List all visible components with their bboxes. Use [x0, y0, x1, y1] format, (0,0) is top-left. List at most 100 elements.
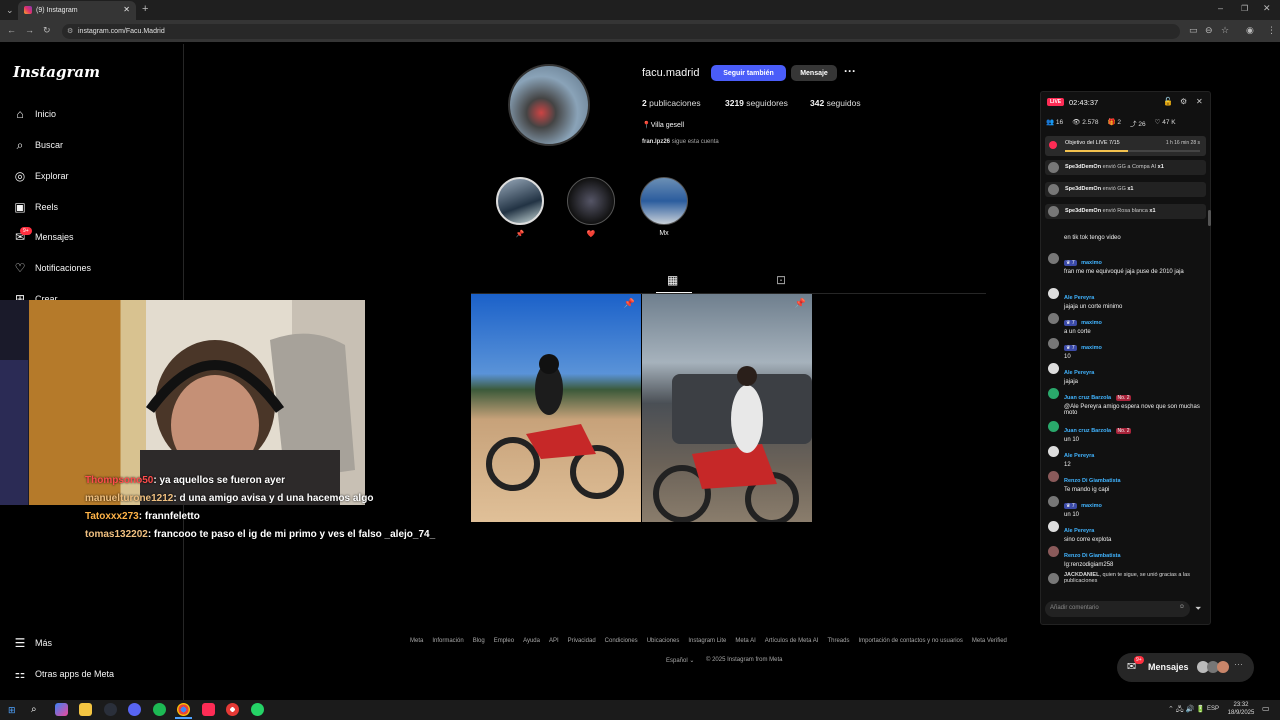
close-window-icon[interactable]: ✕: [1263, 3, 1271, 14]
following-stat[interactable]: 342 seguidos: [810, 98, 861, 108]
footer-link[interactable]: Importación de contactos y no usuarios: [858, 638, 962, 644]
close-tab-icon[interactable]: ✕: [123, 5, 130, 14]
taskbar-clock[interactable]: 23:32 18/9/2025: [1224, 701, 1258, 717]
sidebar-item-meta-apps[interactable]: ⚏ Otras apps de Meta: [13, 667, 114, 681]
emoji-icon[interactable]: ☺: [1179, 604, 1185, 610]
chat-user[interactable]: Ale Pereyra: [1064, 528, 1094, 534]
sidebar-item-buscar[interactable]: ⌕ Buscar: [13, 138, 63, 152]
filter-icon[interactable]: ⏷: [1195, 604, 1201, 614]
instagram-logo[interactable]: Instagram: [13, 63, 100, 81]
profile-icon[interactable]: ◉: [1246, 25, 1254, 36]
maximize-icon[interactable]: ❐: [1241, 4, 1248, 13]
settings-icon[interactable]: ⚙: [1180, 97, 1187, 106]
footer-link[interactable]: Meta: [410, 638, 423, 644]
chat-user[interactable]: Juan cruz Barzola: [1064, 428, 1111, 434]
comment-input[interactable]: Añadir comentario ☺: [1045, 601, 1190, 617]
footer-link[interactable]: Ubicaciones: [647, 638, 680, 644]
sidebar-item-explorar[interactable]: ◎ Explorar: [13, 169, 69, 183]
footer-link[interactable]: API: [549, 638, 559, 644]
sidebar-item-label: Buscar: [35, 140, 64, 150]
whatsapp-icon[interactable]: [251, 703, 264, 716]
message-button[interactable]: Mensaje: [791, 65, 837, 81]
chat-scrollbar[interactable]: [1208, 210, 1211, 226]
chat-user[interactable]: Ale Pereyra: [1064, 295, 1094, 301]
tagged-tab-icon[interactable]: ⊡: [776, 273, 786, 287]
highlight-1[interactable]: [496, 177, 544, 225]
taskbar-lang[interactable]: ESP: [1207, 706, 1219, 712]
chat-user[interactable]: Ale Pereyra: [1064, 453, 1094, 459]
live-goal[interactable]: Objetivo del LIVE 7/15 1 h 16 min 28 s: [1045, 136, 1206, 156]
profile-picture[interactable]: [508, 64, 590, 146]
chat-user[interactable]: Renzo Di Giambatista: [1064, 553, 1121, 559]
followers-stat[interactable]: 3219 seguidores: [725, 98, 788, 108]
chat-message: en tik tok tengo video: [1045, 235, 1121, 241]
post-1[interactable]: 📌: [471, 294, 641, 522]
tab-search-icon[interactable]: ⌄: [6, 5, 14, 16]
reload-icon[interactable]: ↻: [43, 25, 51, 36]
lock-icon[interactable]: 🔓: [1163, 97, 1173, 106]
followed-by[interactable]: fran.lpz26 sigue esta cuenta: [642, 139, 719, 145]
chat-user[interactable]: maximo: [1081, 260, 1102, 266]
tiktok-icon[interactable]: [202, 703, 215, 716]
zoom-icon[interactable]: ⊖: [1205, 25, 1213, 36]
messages-pill[interactable]: ✉ 9+ Mensajes ···: [1117, 653, 1254, 682]
options-dots-icon[interactable]: ···: [844, 64, 856, 78]
discord-icon[interactable]: [128, 703, 141, 716]
grid-tab-icon[interactable]: ▦: [667, 273, 678, 287]
footer-link[interactable]: Información: [432, 638, 463, 644]
sidebar-item-notificaciones[interactable]: ♡ Notificaciones: [13, 261, 91, 275]
bookmark-star-icon[interactable]: ☆: [1221, 25, 1229, 36]
copilot-icon[interactable]: [55, 703, 68, 716]
sidebar-item-mas[interactable]: ☰ Más: [13, 636, 52, 650]
forward-icon[interactable]: →: [25, 25, 34, 35]
chat-user[interactable]: maximo: [1081, 503, 1102, 509]
chat-user[interactable]: maximo: [1081, 320, 1102, 326]
tray-icons[interactable]: ⌃ 🖧 🔊 🔋: [1168, 705, 1205, 716]
footer-link[interactable]: Artículos de Meta AI: [765, 638, 819, 644]
windows-start-icon[interactable]: ⊞: [8, 705, 16, 716]
chat-user[interactable]: Ale Pereyra: [1064, 370, 1094, 376]
chrome-app-icon[interactable]: [226, 703, 239, 716]
highlight-2[interactable]: [567, 177, 615, 225]
taskbar-search-icon[interactable]: ⌕: [31, 704, 37, 715]
file-explorer-icon[interactable]: [79, 703, 92, 716]
footer-link[interactable]: Blog: [473, 638, 485, 644]
spotify-icon[interactable]: [153, 703, 166, 716]
footer-link[interactable]: Meta AI: [735, 638, 755, 644]
chat-user[interactable]: Renzo Di Giambatista: [1064, 478, 1121, 484]
menu-dots-icon[interactable]: ⋮: [1267, 25, 1276, 36]
followers-label: seguidores: [746, 98, 788, 108]
back-icon[interactable]: ←: [7, 25, 16, 35]
chat-user[interactable]: maximo: [1081, 345, 1102, 351]
language-select[interactable]: Español ⌄: [666, 657, 694, 664]
users-count: 16: [1055, 119, 1064, 126]
avatar: [1048, 471, 1059, 482]
follow-button[interactable]: Seguir también: [711, 65, 786, 81]
tab-instagram[interactable]: (9) Instagram ✕: [18, 1, 136, 20]
close-live-icon[interactable]: ✕: [1196, 97, 1203, 106]
footer-link[interactable]: Privacidad: [568, 638, 596, 644]
footer-link[interactable]: Condiciones: [605, 638, 638, 644]
avatar: [1048, 338, 1059, 349]
new-tab-icon[interactable]: +: [142, 3, 148, 15]
footer-link[interactable]: Meta Verified: [972, 638, 1007, 644]
minimize-icon[interactable]: –: [1218, 3, 1223, 13]
notifications-icon[interactable]: ▭: [1262, 704, 1270, 713]
sidebar-item-inicio[interactable]: ⌂ Inicio: [13, 107, 56, 121]
highlight-3[interactable]: [640, 177, 688, 225]
stream-chat-user: Tatoxxx273: [85, 511, 139, 522]
footer-link[interactable]: Threads: [827, 638, 849, 644]
footer-link[interactable]: Ayuda: [523, 638, 540, 644]
steam-icon[interactable]: [104, 703, 117, 716]
footer-link[interactable]: Empleo: [494, 638, 514, 644]
footer-link[interactable]: Instagram Lite: [688, 638, 726, 644]
site-info-icon[interactable]: ⚙: [67, 27, 73, 35]
chrome-icon[interactable]: [177, 703, 190, 716]
live-chat[interactable]: en tik tok tengo video ♛ 7 maximo fran me…: [1045, 226, 1205, 591]
cast-icon[interactable]: ▭: [1189, 25, 1198, 36]
post-2[interactable]: 📌: [642, 294, 812, 522]
posts-stat[interactable]: 2 publicaciones: [642, 98, 701, 108]
chat-user[interactable]: Juan cruz Barzola: [1064, 395, 1111, 401]
address-bar[interactable]: ⚙ instagram.com/Facu.Madrid: [62, 24, 1180, 39]
sidebar-item-reels[interactable]: ▣ Reels: [13, 200, 58, 214]
